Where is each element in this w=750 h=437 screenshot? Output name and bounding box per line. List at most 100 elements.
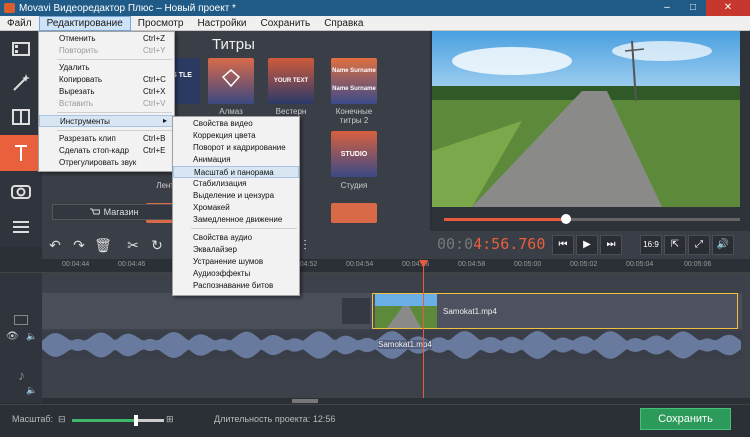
preview-panel [432,31,750,231]
submenu-item-beat-detection[interactable]: Распознавание битов [173,280,299,292]
submenu-item-pan-zoom[interactable]: Масштаб и панорама [173,166,299,178]
menu-item-tools[interactable]: Инструменты ▸ [39,115,174,127]
seek-handle[interactable] [561,214,571,224]
title-thumb[interactable] [331,203,377,223]
menu-item-shortcut: Ctrl+V [143,99,166,108]
next-frame-button[interactable]: ⏭ [600,235,622,255]
title-thumb-text-2: Name Surname [332,86,376,92]
menu-item-redo[interactable]: Повторить Ctrl+Y [39,45,174,57]
volume-icon[interactable]: 🔊 [712,235,734,255]
titles-button[interactable] [0,135,42,171]
submenu-item-color-correction[interactable]: Коррекция цвета [173,130,299,142]
submenu-item-label: Распознавание битов [193,281,274,290]
fullscreen-icon[interactable]: ⤢ [688,235,710,255]
stickers-button[interactable] [0,173,42,209]
submenu-item-slow-motion[interactable]: Замедленное движение [173,214,299,226]
menu-item-shortcut: Ctrl+E [143,146,166,155]
submenu-item-label: Анимация [193,155,231,164]
menu-separator [57,112,172,113]
video-track: Samokat1.mp4 [42,293,742,329]
maximize-button[interactable]: □ [680,0,706,16]
menu-item-label: Разрезать клип [59,134,116,143]
eye-icon[interactable]: 👁 [6,331,19,342]
menu-item-delete[interactable]: Удалить [39,62,174,74]
menu-save[interactable]: Сохранить [254,16,318,31]
title-thumb-label: Студия [340,181,368,190]
submenu-item-audio-properties[interactable]: Свойства аудио [173,232,299,244]
timeline-scroll-thumb[interactable] [292,399,318,403]
timecode-current: 4:56.760 [473,235,546,253]
menu-item-label: Отрегулировать звук [59,158,137,167]
submenu-item-animation[interactable]: Анимация [173,154,299,166]
menu-settings[interactable]: Настройки [190,16,253,31]
submenu-item-label: Аудиоэффекты [193,269,251,278]
title-thumb-studio[interactable]: STUDIO [331,131,377,177]
video-clip-name: Samokat1.mp4 [443,307,497,316]
mute-icon[interactable]: 🔈 [26,385,37,396]
trash-icon[interactable]: 🗑 [94,236,112,254]
window-title: Movavi Видеоредактор Плюс – Новый проект… [19,2,236,14]
film-icon [12,42,30,56]
play-button[interactable]: ▶ [576,235,598,255]
submenu-item-label: Выделение и цензура [193,191,275,200]
ruler-tick: 00:04:46 [118,261,146,268]
menu-item-undo[interactable]: Отменить Ctrl+Z [39,33,174,45]
playhead[interactable] [423,262,424,404]
import-media-button[interactable] [0,31,42,67]
menu-item-paste[interactable]: Вставить Ctrl+V [39,98,174,110]
zoom-out-icon[interactable]: ⊟ [58,414,66,425]
menu-item-freeze-frame[interactable]: Сделать стоп-кадр Ctrl+E [39,145,174,157]
submenu-item-label: Масштаб и панорама [194,168,274,177]
menu-item-label: Копировать [59,75,103,84]
rotate-icon[interactable]: ↻ [148,236,166,254]
title-thumb-western[interactable]: YOUR TEXT [268,58,314,104]
submenu-item-audio-effects[interactable]: Аудиоэффекты [173,268,299,280]
undo-icon[interactable]: ↶ [46,236,64,254]
shop-button[interactable]: Магазин [52,204,176,220]
menu-item-split-clip[interactable]: Разрезать клип Ctrl+B [39,133,174,145]
submenu-item-noise-removal[interactable]: Устранение шумов [173,256,299,268]
submenu-item-label: Хромакей [193,203,230,212]
submenu-item-equalizer[interactable]: Эквалайзер [173,244,299,256]
transitions-button[interactable] [0,99,42,135]
menu-view[interactable]: Просмотр [131,16,191,31]
minimize-button[interactable]: – [654,0,680,16]
submenu-item-rotate-crop[interactable]: Поворот и кадрирование [173,142,299,154]
diamond-icon [221,69,241,88]
menu-item-cut[interactable]: Вырезать Ctrl+X [39,86,174,98]
zoom-slider[interactable] [72,415,164,426]
submenu-item-chroma-key[interactable]: Хромакей [173,202,299,214]
menu-file[interactable]: Файл [0,16,39,31]
zoom-in-icon[interactable]: ⊞ [166,414,174,425]
redo-icon[interactable]: ↷ [70,236,88,254]
timeline-ruler[interactable]: 00:04:44 00:04:46 00:04:52 00:04:54 00:0… [0,259,750,273]
submenu-item-stabilization[interactable]: Стабилизация [173,178,299,190]
mute-icon[interactable]: 🔈 [26,331,37,342]
more-tools-button[interactable] [0,209,42,245]
cart-icon [89,208,100,214]
title-thumb-credits[interactable]: Name Surname Name Surname [331,58,377,104]
menu-item-adjust-audio[interactable]: Отрегулировать звук [39,157,174,169]
submenu-item-video-properties[interactable]: Свойства видео [173,118,299,130]
seek-bar[interactable] [444,214,740,224]
menu-item-copy[interactable]: Копировать Ctrl+C [39,74,174,86]
scissors-icon[interactable]: ✂ [124,236,142,254]
aspect-ratio-button[interactable]: 16:9 [640,235,662,255]
title-thumb-text: STUDIO [340,151,368,158]
zoom-slider-fill [72,419,135,422]
save-button[interactable]: Сохранить [640,408,731,430]
close-button[interactable]: ✕ [706,0,750,16]
menu-help[interactable]: Справка [317,16,370,31]
prev-frame-button[interactable]: ⏮ [552,235,574,255]
submenu-item-label: Устранение шумов [193,257,264,266]
clip-placeholder [342,298,370,324]
submenu-item-label: Поворот и кадрирование [193,143,286,152]
export-frame-icon[interactable]: ⇱ [664,235,686,255]
submenu-item-label: Коррекция цвета [193,131,256,140]
title-thumb-almaz[interactable] [208,58,254,104]
zoom-slider-handle[interactable] [134,415,138,426]
submenu-item-highlight-censor[interactable]: Выделение и цензура [173,190,299,202]
filters-button[interactable] [0,65,42,101]
video-clip[interactable]: Samokat1.mp4 [372,293,738,329]
menu-edit[interactable]: Редактирование [38,15,131,31]
